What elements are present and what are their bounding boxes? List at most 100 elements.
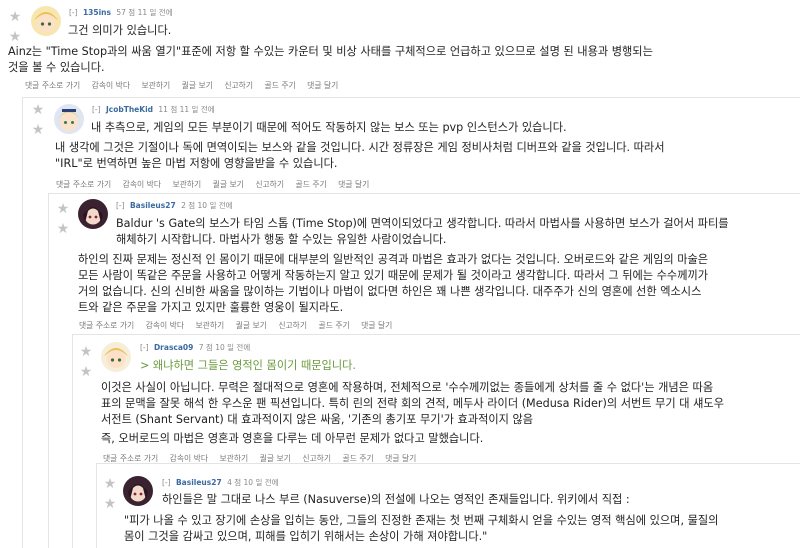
comment-line: 하인들은 말 그대로 나스 부르 (Nasuverse)의 전설에 나오는 영적… xyxy=(162,493,630,506)
downvote-star-icon[interactable]: ★ xyxy=(56,222,70,236)
avatar xyxy=(101,342,131,372)
username[interactable]: Basileus27 xyxy=(130,201,176,210)
action-flag[interactable]: 신고하기 xyxy=(278,321,307,330)
comment-body: Baldur 's Gate의 보스가 타임 스톱 (Time Stop)에 면… xyxy=(116,216,798,248)
action-gold[interactable]: 골드 주기 xyxy=(319,321,350,330)
downvote-star-icon[interactable]: ★ xyxy=(79,365,93,379)
comment-body-cont: Ainz는 "Time Stop과의 싸움 열기"표준에 저항 할 수있는 카운… xyxy=(8,44,798,76)
upvote-star-icon[interactable]: ★ xyxy=(31,103,45,117)
username[interactable]: Drasca09 xyxy=(154,343,193,352)
comment-line: 몸이 그것을 감싸고 있으며, 피해를 입히기 위해서는 손상이 가해 져야합니… xyxy=(124,530,488,543)
action-save[interactable]: 댓글 주소로 가기 xyxy=(56,180,111,189)
comment-line: Ainz는 "Time Stop과의 싸움 열기"표준에 저항 할 수있는 카운… xyxy=(8,45,653,58)
comment-actions: 댓글 주소로 가기 감속이 박다 보관하기 퀄글 보기 신고하기 골드 주기 댓… xyxy=(79,320,401,331)
action-reply[interactable]: 댓글 달기 xyxy=(385,454,416,463)
vote-column: ★ ★ xyxy=(56,202,70,238)
comment-actions: 댓글 주소로 가기 감속이 박다 보관하기 퀄글 보기 신고하기 골드 주기 댓… xyxy=(25,80,347,91)
comment-line: "IRL"로 번역하면 높은 마법 저항에 영향을받을 수 있습니다. xyxy=(55,157,338,170)
action-save[interactable]: 댓글 주소로 가기 xyxy=(25,81,80,90)
action-gold[interactable]: 골드 주기 xyxy=(343,454,374,463)
collapse-toggle[interactable]: [-] xyxy=(140,343,149,352)
comment-line: 하인의 진짜 문제는 정신적 인 몸이기 때문에 대부분의 일반적인 공격과 마… xyxy=(78,253,709,266)
action-unhide[interactable]: 감속이 박다 xyxy=(170,454,208,463)
upvote-star-icon[interactable]: ★ xyxy=(79,345,93,359)
action-report[interactable]: 보관하기 xyxy=(172,180,201,189)
comment-line: 해체하기 시작합니다. 마법사가 행동 할 수있는 유일한 사람이었습니다. xyxy=(116,233,447,246)
avatar xyxy=(123,476,153,506)
comment-line: 것을 볼 수 있습니다. xyxy=(8,61,105,74)
username[interactable]: 135ins xyxy=(83,8,111,17)
comment-actions: 댓글 주소로 가기 감속이 박다 보관하기 퀄글 보기 신고하기 골드 주기 댓… xyxy=(103,453,425,464)
collapse-toggle[interactable]: [-] xyxy=(69,8,78,17)
username[interactable]: JcobTheKid xyxy=(106,105,153,114)
action-reply[interactable]: 댓글 달기 xyxy=(361,321,392,330)
action-save[interactable]: 댓글 주소로 가기 xyxy=(79,321,134,330)
action-report[interactable]: 보관하기 xyxy=(219,454,248,463)
comment-actions: 댓글 주소로 가기 감속이 박다 보관하기 퀄글 보기 신고하기 골드 주기 댓… xyxy=(56,179,378,190)
collapse-toggle[interactable]: [-] xyxy=(92,105,101,114)
points: 11 점 xyxy=(158,105,178,114)
action-embed[interactable]: 퀄글 보기 xyxy=(260,454,291,463)
action-save[interactable]: 댓글 주소로 가기 xyxy=(103,454,158,463)
vote-column: ★ ★ xyxy=(8,10,22,46)
action-flag[interactable]: 신고하기 xyxy=(224,81,253,90)
timestamp: 10 일 전에 xyxy=(243,478,279,487)
vote-column: ★ ★ xyxy=(31,103,45,139)
comment-body-cont: 즉, 오버로드의 마법은 영혼과 영혼을 다루는 데 아무런 문제가 없다고 말… xyxy=(101,431,798,447)
comment-body-cont: 이것은 사실이 아닙니다. 무력은 절대적으로 영혼에 작용하며, 전체적으로 … xyxy=(101,380,798,428)
points: 7 점 xyxy=(198,343,213,352)
username[interactable]: Basileus27 xyxy=(176,478,222,487)
comment-meta: [-] JcobTheKid 11 점 11 일 전에 xyxy=(92,105,215,115)
avatar xyxy=(78,199,108,229)
action-unhide[interactable]: 감속이 박다 xyxy=(92,81,130,90)
action-report[interactable]: 보관하기 xyxy=(141,81,170,90)
action-unhide[interactable]: 감속이 박다 xyxy=(123,180,161,189)
comment-line: 트와 같은 주문을 가지고 있지만 훌륭한 영웅이 될지라도. xyxy=(78,301,344,314)
comment-line: "피가 나올 수 있고 장기에 손상을 입히는 동안, 그들의 진정한 존재는 … xyxy=(124,514,719,527)
comment-line: 그건 의미가 있습니다. xyxy=(68,24,172,37)
action-gold[interactable]: 골드 주기 xyxy=(265,81,296,90)
action-flag[interactable]: 신고하기 xyxy=(255,180,284,189)
action-reply[interactable]: 댓글 달기 xyxy=(338,180,369,189)
timestamp: 11 일 전에 xyxy=(179,105,215,114)
downvote-star-icon[interactable]: ★ xyxy=(103,497,117,511)
comment-line: 즉, 오버로드의 마법은 영혼과 영혼을 다루는 데 아무런 문제가 없다고 말… xyxy=(101,432,484,445)
timestamp: 10 일 전에 xyxy=(197,201,233,210)
action-report[interactable]: 보관하기 xyxy=(195,321,224,330)
points: 57 점 xyxy=(116,8,136,17)
quote-line: > 왜냐하면 그들은 영적인 몸이기 때문입니다. xyxy=(140,358,790,374)
action-embed[interactable]: 퀄글 보기 xyxy=(182,81,213,90)
timestamp: 10 일 전에 xyxy=(215,343,251,352)
avatar xyxy=(54,104,84,134)
comment-body: 그건 의미가 있습니다. xyxy=(68,23,788,39)
comment-meta: [-] Drasca09 7 점 10 일 전에 xyxy=(140,343,250,353)
comment-line: 이것은 사실이 아닙니다. 무력은 절대적으로 영혼에 작용하며, 전체적으로 … xyxy=(101,381,714,394)
comment-body: 내 추측으로, 게임의 모든 부분이기 때문에 적어도 작동하지 않는 보스 또… xyxy=(91,120,791,136)
action-embed[interactable]: 퀄글 보기 xyxy=(213,180,244,189)
action-unhide[interactable]: 감속이 박다 xyxy=(146,321,184,330)
avatar xyxy=(31,6,61,36)
upvote-star-icon[interactable]: ★ xyxy=(8,10,22,24)
comment-body: 하인들은 말 그대로 나스 부르 (Nasuverse)의 전설에 나오는 영적… xyxy=(162,492,796,508)
comment-line: 표의 문맥을 잘못 해석 한 우스운 팬 픽션입니다. 특히 린의 전략 회의 … xyxy=(101,397,725,410)
points: 4 점 xyxy=(227,478,242,487)
action-embed[interactable]: 퀄글 보기 xyxy=(236,321,267,330)
upvote-star-icon[interactable]: ★ xyxy=(103,477,117,491)
collapse-toggle[interactable]: [-] xyxy=(116,201,125,210)
vote-column: ★ ★ xyxy=(79,345,93,381)
action-gold[interactable]: 골드 주기 xyxy=(296,180,327,189)
comment-line: 내 추측으로, 게임의 모든 부분이기 때문에 적어도 작동하지 않는 보스 또… xyxy=(91,121,567,134)
upvote-star-icon[interactable]: ★ xyxy=(56,202,70,216)
vote-column: ★ ★ xyxy=(103,477,117,513)
comment-meta: [-] 135ins 57 점 11 일 전에 xyxy=(69,8,173,18)
downvote-star-icon[interactable]: ★ xyxy=(8,30,22,44)
comment-line: 서전트 (Shant Servant) 대 효과적이지 않은 싸움, '기존의 … xyxy=(101,413,534,426)
points: 2 점 xyxy=(181,201,196,210)
comment-meta: [-] Basileus27 4 점 10 일 전에 xyxy=(162,478,279,488)
collapse-toggle[interactable]: [-] xyxy=(162,478,171,487)
action-flag[interactable]: 신고하기 xyxy=(302,454,331,463)
action-reply[interactable]: 댓글 달기 xyxy=(307,81,338,90)
downvote-star-icon[interactable]: ★ xyxy=(31,123,45,137)
comment-meta: [-] Basileus27 2 점 10 일 전에 xyxy=(116,201,233,211)
comment-line: Baldur 's Gate의 보스가 타임 스톱 (Time Stop)에 면… xyxy=(116,217,729,230)
